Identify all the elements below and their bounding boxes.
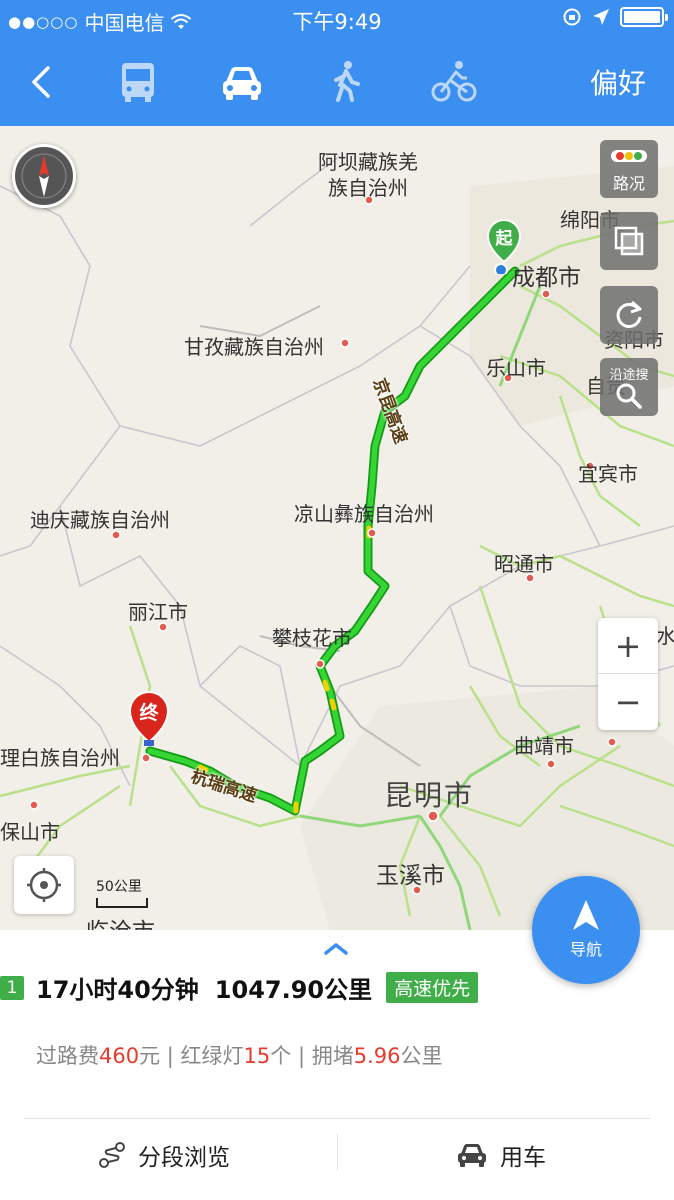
city-label-yibin: 宜宾市 (578, 462, 638, 486)
use-car-label: 用车 (500, 1145, 546, 1171)
search-along-button[interactable]: 沿途搜 (600, 358, 658, 416)
action-separator (337, 1134, 338, 1170)
jam-label: 拥堵 (311, 1044, 354, 1068)
toll-label: 过路费 (36, 1044, 99, 1068)
layers-icon (614, 226, 644, 256)
jam-value: 5.96 (353, 1044, 401, 1068)
refresh-icon (616, 300, 642, 328)
car-icon[interactable] (218, 58, 266, 106)
segment-browse-label: 分段浏览 (138, 1145, 230, 1171)
navigate-button-label: 导航 (569, 940, 602, 959)
info-separator-1: | (160, 1044, 181, 1068)
city-label-liangshan: 凉山彝族自治州 (294, 502, 434, 526)
battery-icon (620, 7, 668, 27)
refresh-button[interactable] (600, 286, 658, 344)
route-info: 过路费460元 | 红绿灯15个 | 拥堵5.96公里 (36, 1040, 442, 1070)
route-distance: 1047.90公里 (214, 976, 373, 1004)
top-bar: ●●○○○ 中国电信 下午9:49 偏好 (0, 0, 674, 126)
city-label-lincang: 临沧市 (86, 912, 155, 930)
back-chevron-icon[interactable] (20, 60, 64, 104)
end-marker[interactable]: 终 (126, 690, 172, 750)
status-bar: ●●○○○ 中国电信 下午9:49 (0, 0, 674, 38)
city-label-lijiang: 丽江市 (128, 600, 188, 624)
traffic-light-icon (611, 150, 647, 162)
city-label-ganzi: 甘孜藏族自治州 (184, 335, 324, 359)
toll-value: 460 (99, 1044, 140, 1068)
use-car-button[interactable]: 用车 (456, 1138, 546, 1172)
city-label-leshan: 乐山市 (486, 356, 546, 380)
route-summary[interactable]: 1 17小时40分钟 1047.90公里 高速优先 (0, 970, 479, 1005)
walk-icon[interactable] (322, 58, 370, 106)
route-segments-icon (99, 1142, 125, 1168)
city-label-aba: 阿坝藏族羌 (318, 150, 418, 174)
city-label-dali: 理白族自治州 (0, 746, 120, 770)
navigation-arrow-icon (573, 900, 599, 930)
city-label-zhaotong: 昭通市 (494, 552, 554, 576)
nav-bar: 偏好 (0, 38, 674, 126)
city-label-qujing: 曲靖市 (514, 734, 574, 758)
compass-icon (21, 153, 67, 199)
start-marker-label: 起 (495, 229, 513, 249)
route-duration: 17小时40分钟 (36, 976, 199, 1004)
navigate-button[interactable]: 导航 (532, 876, 640, 984)
locate-crosshair-icon (27, 868, 61, 902)
route-tag: 高速优先 (386, 972, 479, 1003)
search-along-label: 沿途搜 (609, 368, 649, 383)
search-icon (616, 383, 642, 409)
location-arrow-icon (593, 9, 609, 25)
city-label-diqing: 迪庆藏族自治州 (30, 508, 170, 532)
rotation-lock-icon (563, 8, 581, 26)
zoom-in-button[interactable]: + (598, 618, 658, 674)
city-label-shui: 水 (656, 624, 674, 648)
jam-unit: 公里 (400, 1044, 443, 1068)
route-index-badge: 1 (0, 975, 24, 1000)
divider (24, 1118, 650, 1119)
toll-unit: 元 (139, 1044, 161, 1068)
expand-chevron-up-icon[interactable] (318, 938, 354, 958)
city-label-baoshan: 保山市 (0, 820, 60, 844)
lights-value: 15 (243, 1044, 271, 1068)
city-label-panzhihua: 攀枝花市 (272, 626, 352, 650)
bike-icon[interactable] (430, 58, 478, 106)
layers-button[interactable] (600, 212, 658, 270)
segment-browse-button[interactable]: 分段浏览 (98, 1138, 230, 1172)
map-scale: 50公里 (96, 876, 148, 908)
preferences-button[interactable]: 偏好 (590, 62, 646, 102)
zoom-control: + − (598, 618, 658, 730)
end-marker-label: 终 (139, 702, 159, 724)
car-service-icon (458, 1144, 486, 1167)
bus-icon[interactable] (114, 58, 162, 106)
zoom-out-button[interactable]: − (598, 674, 658, 730)
bottom-actions: 分段浏览 用车 (0, 1120, 674, 1200)
city-label-kunming: 昆明市 (384, 779, 475, 812)
map-scale-label: 50公里 (96, 879, 142, 895)
traffic-button[interactable]: 路况 (600, 140, 658, 198)
city-label-yuxi: 玉溪市 (376, 863, 445, 889)
lights-label: 红绿灯 (180, 1044, 244, 1068)
start-marker[interactable]: 起 (484, 218, 524, 277)
compass-button[interactable] (12, 144, 76, 208)
traffic-button-label: 路况 (612, 174, 645, 193)
info-separator-2: | (291, 1044, 312, 1068)
map-view[interactable]: 阿坝藏族羌 族自治州 绵阳市 成都市 甘孜藏族自治州 资阳市 乐山市 自贡 宜宾… (0, 126, 674, 930)
city-label-aba-2: 族自治州 (328, 176, 408, 200)
lights-unit: 个 (270, 1044, 292, 1068)
locate-button[interactable] (14, 856, 74, 914)
map-scale-bar (96, 898, 148, 908)
